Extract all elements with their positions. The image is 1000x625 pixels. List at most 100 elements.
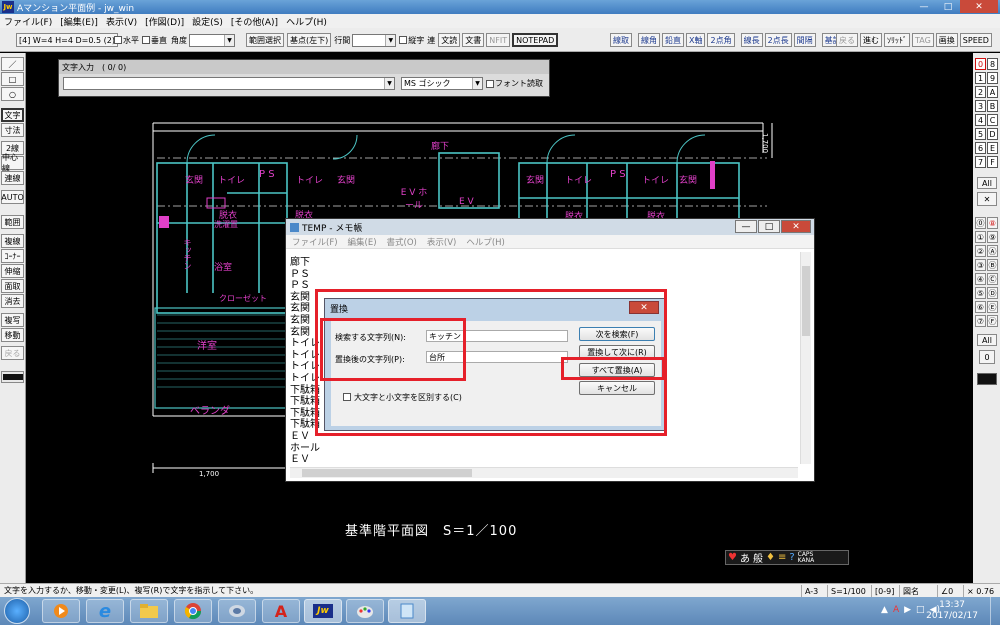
layer-group-button[interactable]: ② [975,245,986,257]
menu-view[interactable]: 表示(V) [106,15,137,28]
notepad-menu-help[interactable]: ヘルプ(H) [466,236,505,248]
text-input-field[interactable]: ▼ [63,77,395,90]
layer-button[interactable]: 0 [975,58,986,70]
font-read-checkbox[interactable] [486,79,494,88]
status-scale[interactable]: S=1/100 [827,585,871,597]
tag-button[interactable]: TAG [912,33,934,47]
media-player-icon[interactable] [42,599,80,623]
tool-offset[interactable]: 複線 [1,234,24,248]
tool-rectangle[interactable]: □ [1,72,24,86]
cross-icon[interactable]: ✕ [977,192,997,206]
layer-size-button[interactable]: [4] W=4 H=4 D=0.5 (2) [16,33,118,47]
start-button[interactable] [4,598,30,624]
jw-cad-taskbar-icon[interactable]: Jw [304,599,342,623]
layer-group-button[interactable]: ③ [975,259,986,271]
status-layer[interactable]: [0-9] [871,585,899,597]
layer-group-button[interactable]: ① [975,231,986,243]
tool-line-length[interactable]: 線長 [740,33,763,47]
status-zoom[interactable]: × 0.76 [963,585,1000,597]
layer-button[interactable]: 9 [987,72,998,84]
layer-button[interactable]: D [987,128,998,140]
tool-undo[interactable]: 戻る [1,346,24,360]
layer-button[interactable]: 4 [975,114,986,126]
line-color-swatch[interactable] [977,373,997,385]
text-read-button[interactable]: 文読 [438,33,461,47]
status-angle[interactable]: ∠0 [937,585,963,597]
vertical-checkbox[interactable] [142,36,150,44]
undo-button[interactable]: 戻る [836,33,858,47]
chrome-icon[interactable] [174,599,212,623]
ime-mode[interactable]: あ [740,550,750,565]
tool-2pt-length[interactable]: 2点長 [764,33,792,47]
tool-range[interactable]: 範囲 [1,215,24,229]
status-layer-name[interactable]: 図名 [899,585,935,597]
tool-line-pick[interactable]: 線取 [610,33,632,47]
vertical-text-checkbox[interactable] [399,36,408,44]
ime-heart-icon[interactable]: ♥ [728,552,737,563]
menu-settings[interactable]: 設定(S) [192,15,223,28]
layer-button[interactable]: 5 [975,128,986,140]
tool-chamfer[interactable]: 面取 [1,279,24,293]
solid-button[interactable]: ｿﾘｯﾄﾞ [884,33,910,47]
notepad-minimize-button[interactable]: — [735,220,757,233]
tool-dimension[interactable]: 寸法 [1,123,24,137]
tray-flag-icon[interactable]: ▶ [904,605,911,615]
tool-copy[interactable]: 複写 [1,313,24,327]
horizontal-checkbox[interactable] [114,36,122,44]
notepad-menu-format[interactable]: 書式(O) [387,236,417,248]
layer-group-button[interactable]: Ⓒ [987,273,998,285]
layer-all-button[interactable]: All [977,177,997,189]
line-spacing-combo[interactable]: ▼ [352,33,397,47]
taskbar-clock[interactable]: 13:37 2017/02/17 [926,600,978,622]
tray-network-icon[interactable]: □ [916,605,925,615]
layer-button[interactable]: 8 [987,58,998,70]
layer-group-button[interactable]: ⑥ [975,301,986,313]
layer-button[interactable]: 7 [975,156,986,168]
close-button[interactable]: ✕ [960,0,998,13]
layer-group-button[interactable]: ⑨ [987,231,998,243]
tool-text[interactable]: 文字 [1,108,24,122]
screen-switch-button[interactable]: 画換 [935,33,958,47]
notepad-menu-edit[interactable]: 編集(E) [348,236,377,248]
tool-line-angle[interactable]: 線角 [638,33,660,47]
group-all-button[interactable]: All [977,334,997,346]
layer-button[interactable]: 1 [975,72,986,84]
tool-auto[interactable]: AUTO [1,190,24,204]
tool-x-axis[interactable]: X軸 [686,33,706,47]
layer-button[interactable]: 3 [975,100,986,112]
layer-color-swatch[interactable] [1,371,24,383]
tool-stretch[interactable]: 伸縮 [1,264,24,278]
menu-file[interactable]: ファイル(F) [4,15,52,28]
menu-draw[interactable]: [作図(D)] [145,15,184,28]
ime-general[interactable]: 般 [753,550,763,565]
tool-corner[interactable]: ｺｰﾅｰ [1,249,24,263]
minimize-button[interactable]: — [912,0,936,13]
nfit-button[interactable]: NFIT [486,33,511,47]
acrobat-icon[interactable]: A [262,599,300,623]
layer-group-button[interactable]: ⑧ [987,217,998,229]
layer-group-button[interactable]: ⑦ [975,315,986,327]
speed-button[interactable]: SPEED [959,33,992,47]
text-write-button[interactable]: 文書 [462,33,485,47]
tool-2pt-angle[interactable]: 2点角 [707,33,735,47]
maximize-button[interactable]: □ [936,0,960,13]
layer-group-button[interactable]: Ⓔ [987,301,998,313]
layer-group-button[interactable]: Ⓕ [987,315,998,327]
ime-dict-icon[interactable]: ♦ [766,552,775,563]
notepad-taskbar-icon[interactable] [388,599,426,623]
menu-edit[interactable]: [編集(E)] [60,15,98,28]
tray-acrobat-icon[interactable]: A [893,605,899,615]
layer-button[interactable]: 6 [975,142,986,154]
explorer-folder-icon[interactable] [130,599,168,623]
notepad-button[interactable]: NOTEPAD [512,33,559,47]
tool-circle[interactable]: ○ [1,87,24,101]
ie-browser-icon[interactable]: e [86,599,124,623]
tool-plumb[interactable]: 鉛直 [662,33,684,47]
layer-button[interactable]: F [987,156,998,168]
notepad-horizontal-scrollbar[interactable] [290,467,798,478]
ren-label[interactable]: 連 [427,35,435,46]
notepad-menu-file[interactable]: ファイル(F) [292,236,338,248]
ime-help-icon[interactable]: ? [789,552,794,563]
angle-combo[interactable]: ▼ [189,33,235,47]
group-zero-button[interactable]: 0 [979,350,995,364]
